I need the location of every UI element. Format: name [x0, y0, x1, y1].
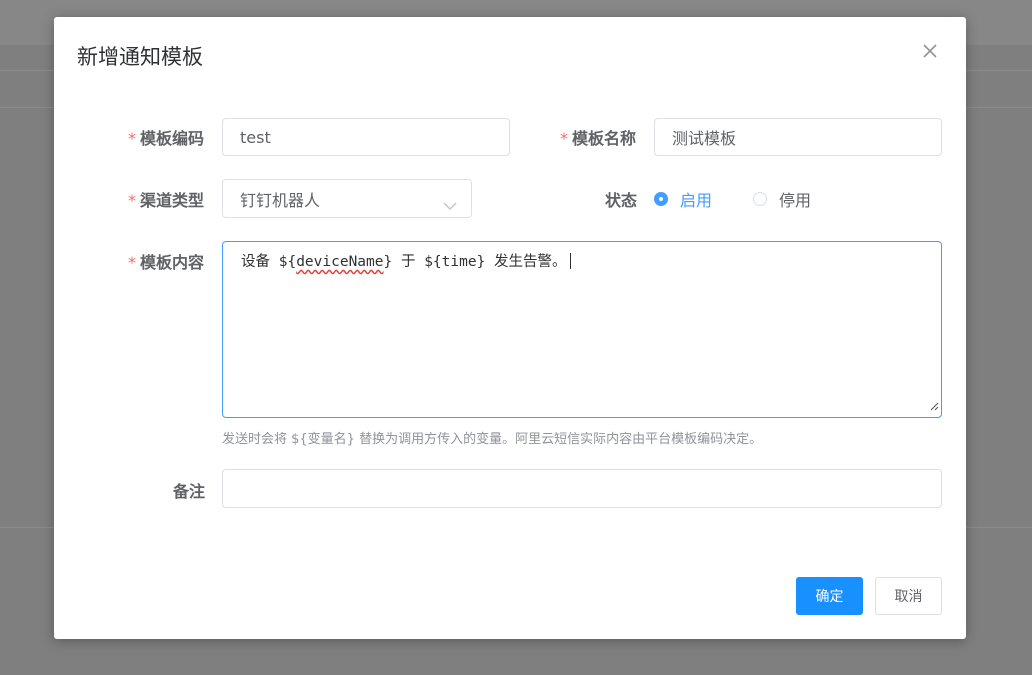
template-code-input[interactable]: test	[222, 118, 510, 156]
cancel-button[interactable]: 取消	[875, 577, 942, 615]
template-name-value: 测试模板	[672, 129, 737, 148]
radio-checked-icon	[654, 192, 668, 206]
status-label: 状态	[605, 191, 638, 210]
content-hint: 发送时会将 ${变量名} 替换为调用方传入的变量。阿里云短信实际内容由平台模板编…	[222, 432, 763, 447]
channel-label: * 渠道类型	[128, 191, 205, 210]
status-radio-enabled[interactable]: 启用	[654, 187, 712, 211]
required-mark: *	[128, 129, 136, 148]
content-text: 设备 ${deviceName} 于 ${time} 发生告警。	[241, 254, 567, 270]
template-code-value: test	[240, 127, 271, 147]
template-name-input[interactable]: 测试模板	[654, 118, 942, 156]
new-template-dialog: 新增通知模板 * 模板编码 test * 模板名称 测试模板 * 渠道类型 钉钉机器人…	[54, 17, 966, 639]
radio-label: 启用	[680, 191, 713, 210]
required-mark: *	[560, 129, 568, 148]
confirm-button[interactable]: 确定	[796, 577, 863, 615]
status-radio-disabled[interactable]: 停用	[753, 187, 811, 211]
radio-unchecked-icon	[753, 192, 767, 206]
required-mark: *	[128, 253, 136, 272]
required-mark: *	[128, 191, 136, 210]
chevron-down-icon	[443, 195, 457, 214]
template-content-textarea[interactable]: 设备 ${deviceName} 于 ${time} 发生告警。	[222, 241, 942, 418]
resize-handle-icon[interactable]	[929, 399, 939, 415]
code-label: * 模板编码	[128, 129, 205, 148]
remark-label: 备注	[173, 482, 206, 501]
radio-label: 停用	[779, 191, 812, 210]
close-icon[interactable]	[920, 41, 940, 61]
channel-type-value: 钉钉机器人	[240, 190, 321, 210]
name-label: * 模板名称	[560, 129, 637, 148]
text-caret	[569, 253, 571, 269]
dialog-title: 新增通知模板	[77, 45, 203, 69]
remark-input[interactable]	[222, 469, 942, 508]
channel-type-select[interactable]: 钉钉机器人	[222, 179, 472, 218]
content-label: * 模板内容	[128, 253, 205, 272]
